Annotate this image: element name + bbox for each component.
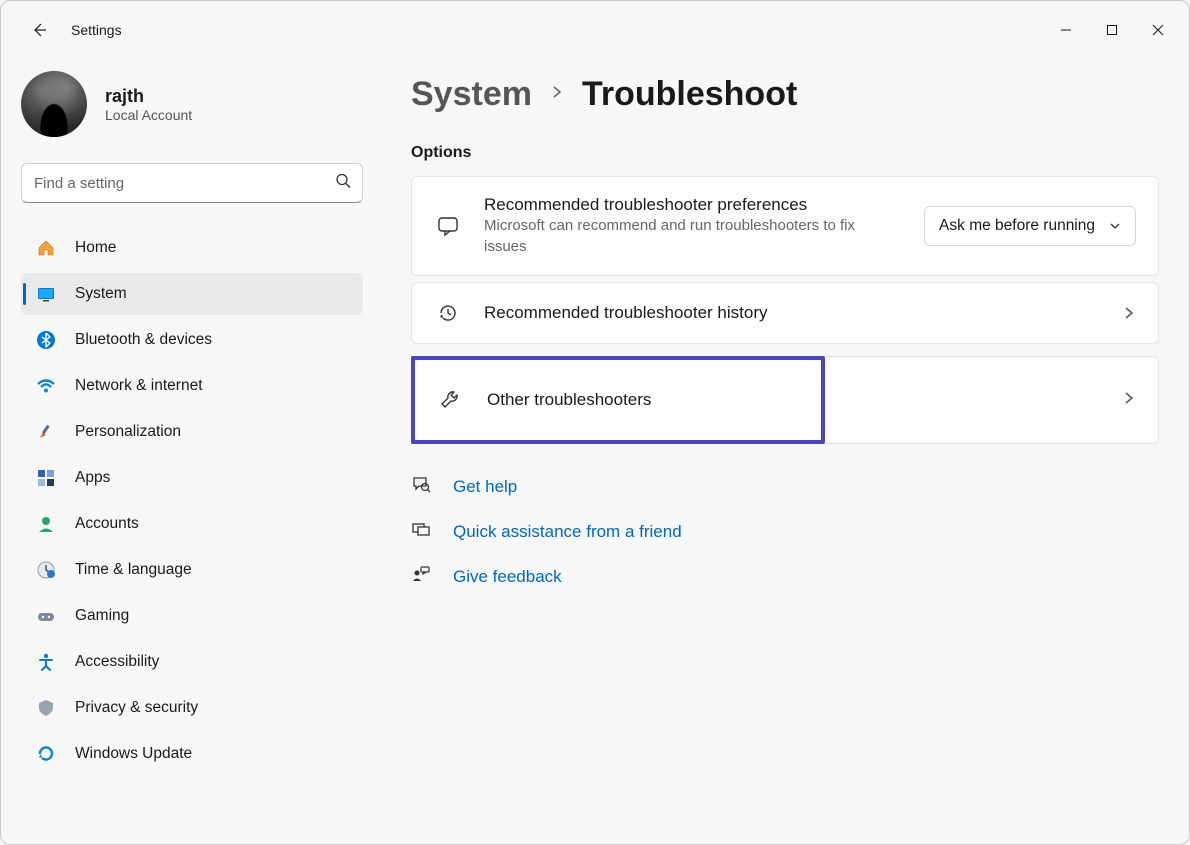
main-content: System Troubleshoot Options Recommended … bbox=[381, 59, 1189, 844]
card-title: Recommended troubleshooter history bbox=[484, 303, 1100, 323]
sidebar-item-label: Windows Update bbox=[75, 745, 192, 763]
app-title: Settings bbox=[71, 22, 122, 38]
search-box bbox=[21, 163, 363, 203]
sidebar-item-apps[interactable]: Apps bbox=[21, 457, 363, 499]
gamepad-icon bbox=[35, 605, 57, 627]
shield-icon bbox=[35, 697, 57, 719]
sidebar-item-label: Accessibility bbox=[75, 653, 159, 671]
other-troubleshooters-card[interactable]: Other troubleshooters bbox=[415, 360, 821, 440]
breadcrumb-current: Troubleshoot bbox=[582, 75, 797, 114]
help-chat-icon bbox=[411, 474, 433, 499]
maximize-icon bbox=[1106, 24, 1118, 36]
sidebar-item-label: Home bbox=[75, 239, 116, 257]
home-icon bbox=[35, 237, 57, 259]
person-icon bbox=[35, 513, 57, 535]
screens-icon bbox=[411, 519, 433, 544]
link-label[interactable]: Get help bbox=[453, 477, 517, 497]
wifi-icon bbox=[35, 375, 57, 397]
sidebar-item-personalization[interactable]: Personalization bbox=[21, 411, 363, 453]
system-icon bbox=[35, 283, 57, 305]
titlebar: Settings bbox=[1, 1, 1189, 59]
sidebar-item-home[interactable]: Home bbox=[21, 227, 363, 269]
window-controls bbox=[1043, 12, 1181, 48]
sidebar-item-network[interactable]: Network & internet bbox=[21, 365, 363, 407]
sidebar-nav: Home System Bluetooth & devices Network … bbox=[21, 227, 363, 775]
close-icon bbox=[1152, 24, 1164, 36]
sidebar-item-label: Personalization bbox=[75, 423, 181, 441]
breadcrumb-parent[interactable]: System bbox=[411, 75, 532, 114]
sidebar-item-gaming[interactable]: Gaming bbox=[21, 595, 363, 637]
profile-name: rajth bbox=[105, 86, 192, 107]
sidebar-item-label: Bluetooth & devices bbox=[75, 331, 212, 349]
troubleshooter-preference-dropdown[interactable]: Ask me before running bbox=[924, 206, 1136, 246]
bluetooth-icon bbox=[35, 329, 57, 351]
search-icon bbox=[335, 173, 351, 194]
minimize-icon bbox=[1060, 24, 1072, 36]
arrow-left-icon bbox=[31, 22, 47, 38]
link-label[interactable]: Quick assistance from a friend bbox=[453, 522, 682, 542]
card-subtitle: Microsoft can recommend and run troubles… bbox=[484, 215, 864, 257]
other-troubleshooters-highlight: Other troubleshooters bbox=[411, 356, 825, 444]
minimize-button[interactable] bbox=[1043, 12, 1089, 48]
back-button[interactable] bbox=[21, 12, 57, 48]
sidebar: rajth Local Account Home System Bluetoot… bbox=[1, 59, 381, 844]
other-troubleshooters-row: Other troubleshooters bbox=[411, 356, 1159, 444]
card-title: Other troubleshooters bbox=[487, 390, 799, 410]
paintbrush-icon bbox=[35, 421, 57, 443]
close-button[interactable] bbox=[1135, 12, 1181, 48]
sidebar-item-label: Privacy & security bbox=[75, 699, 198, 717]
sidebar-item-time[interactable]: Time & language bbox=[21, 549, 363, 591]
chevron-down-icon bbox=[1109, 220, 1121, 232]
profile-block[interactable]: rajth Local Account bbox=[21, 71, 363, 137]
troubleshooter-history-card[interactable]: Recommended troubleshooter history bbox=[411, 282, 1159, 344]
history-icon bbox=[434, 301, 462, 325]
sidebar-item-label: Network & internet bbox=[75, 377, 203, 395]
link-label[interactable]: Give feedback bbox=[453, 567, 562, 587]
chevron-right-icon bbox=[1122, 391, 1136, 410]
give-feedback-link[interactable]: Give feedback bbox=[411, 564, 1159, 589]
sidebar-item-system[interactable]: System bbox=[21, 273, 363, 315]
card-title: Recommended troubleshooter preferences bbox=[484, 195, 902, 215]
search-input[interactable] bbox=[21, 163, 363, 203]
chat-icon bbox=[434, 214, 462, 238]
apps-icon bbox=[35, 467, 57, 489]
breadcrumb: System Troubleshoot bbox=[411, 75, 1159, 114]
chevron-right-icon bbox=[550, 85, 564, 104]
help-links: Get help Quick assistance from a friend … bbox=[411, 474, 1159, 589]
other-troubleshooters-card-right[interactable] bbox=[825, 356, 1159, 444]
sidebar-item-label: Time & language bbox=[75, 561, 192, 579]
sidebar-item-update[interactable]: Windows Update bbox=[21, 733, 363, 775]
sidebar-item-privacy[interactable]: Privacy & security bbox=[21, 687, 363, 729]
sidebar-item-accounts[interactable]: Accounts bbox=[21, 503, 363, 545]
recommended-preferences-card: Recommended troubleshooter preferences M… bbox=[411, 176, 1159, 276]
dropdown-value: Ask me before running bbox=[939, 217, 1095, 235]
accessibility-icon bbox=[35, 651, 57, 673]
avatar bbox=[21, 71, 87, 137]
sidebar-item-label: Accounts bbox=[75, 515, 139, 533]
maximize-button[interactable] bbox=[1089, 12, 1135, 48]
get-help-link[interactable]: Get help bbox=[411, 474, 1159, 499]
wrench-icon bbox=[437, 388, 465, 412]
sidebar-item-accessibility[interactable]: Accessibility bbox=[21, 641, 363, 683]
options-heading: Options bbox=[411, 144, 1159, 162]
update-icon bbox=[35, 743, 57, 765]
quick-assist-link[interactable]: Quick assistance from a friend bbox=[411, 519, 1159, 544]
sidebar-item-label: Gaming bbox=[75, 607, 129, 625]
chevron-right-icon bbox=[1122, 306, 1136, 320]
sidebar-item-bluetooth[interactable]: Bluetooth & devices bbox=[21, 319, 363, 361]
feedback-person-icon bbox=[411, 564, 433, 589]
sidebar-item-label: Apps bbox=[75, 469, 110, 487]
clock-globe-icon bbox=[35, 559, 57, 581]
sidebar-item-label: System bbox=[75, 285, 127, 303]
profile-subtitle: Local Account bbox=[105, 107, 192, 123]
